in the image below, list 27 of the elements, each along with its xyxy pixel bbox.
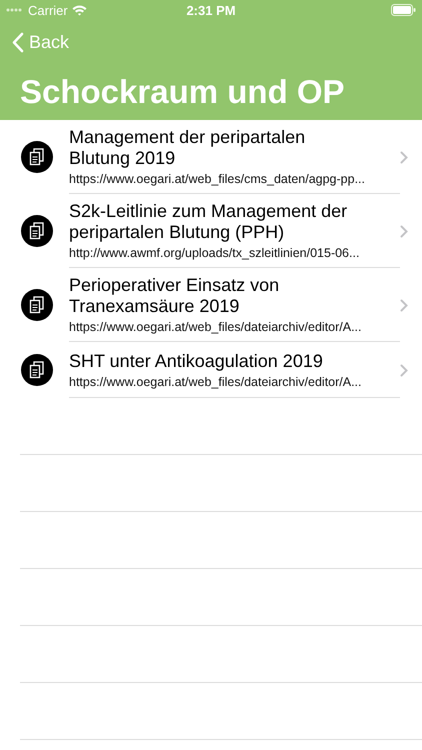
document-title: Management der peripartalen Blutung 2019 [69,127,306,169]
signal-icon [6,8,24,12]
document-title: Perioperativer Einsatz von Tranexamsäure 2019 [69,275,280,317]
document-title: S2k-Leitlinie zum Management der peripartalen Blutung (PPH) [69,201,348,243]
battery-icon [391,4,416,16]
document-icon [21,141,53,173]
document-row[interactable]: Management der peripartalen Blutung 2019 https://www.oegari.at/web_files/cms_daten/agpg-pp... [0,120,422,194]
document-url: http://www.awmf.org/uploads/tx_szleitlinien/015-06... [69,245,360,261]
chevron-left-icon [12,32,24,52]
document-icon [21,215,53,247]
status-time: 2:31 PM [186,2,236,18]
document-url: https://www.oegari.at/web_files/dateiarchiv/editor/A... [69,374,363,390]
document-icon [21,354,53,386]
document-row[interactable]: S2k-Leitlinie zum Management der peripartalen Blutung (PPH) http://www.awmf.org/uploads/tx_szleitlinien/015-06... [0,194,422,268]
document-row[interactable]: SHT unter Antikoagulation 2019 https://www.oegari.at/web_files/dateiarchiv/editor/A... [0,342,422,398]
chevron-right-icon [400,364,408,376]
chevron-right-icon [400,224,408,238]
carrier-name: Carrier [28,2,68,18]
document-title: SHT unter Antikoagulation 2019 [69,350,324,372]
page-title: Schockraum und OP [19,72,346,112]
chevron-right-icon [400,150,408,164]
document-icon [21,289,53,321]
chevron-right-icon [400,298,408,312]
wifi-icon [72,4,87,16]
document-url: https://www.oegari.at/web_files/dateiarchiv/editor/A... [69,319,363,335]
document-url: https://www.oegari.at/web_files/cms_daten/agpg-pp... [69,171,366,187]
document-row[interactable]: Perioperativer Einsatz von Tranexamsäure 2019 https://www.oegari.at/web_files/dateiarchiv/editor/A... [0,268,422,342]
